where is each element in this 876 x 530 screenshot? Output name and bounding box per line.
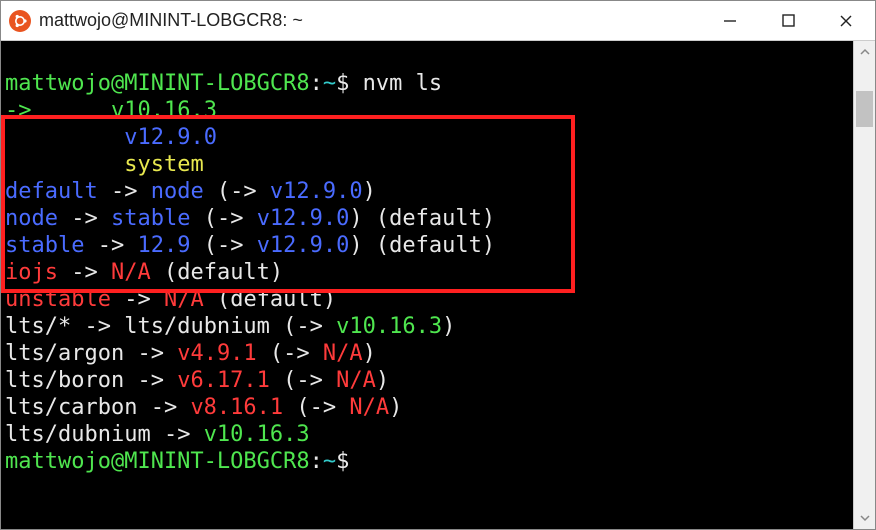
resolved: v12.9.0	[257, 233, 350, 258]
na: N/A	[164, 287, 204, 312]
version: v6.17.1	[177, 368, 270, 393]
vertical-scrollbar[interactable]	[853, 41, 875, 529]
resolved: v10.16.3	[336, 314, 442, 339]
suffix: (default)	[204, 287, 336, 312]
current-arrow: ->	[5, 98, 32, 123]
suffix: (default)	[151, 260, 283, 285]
titlebar-left: mattwojo@MININT-LOBGCR8: ~	[9, 10, 303, 32]
paren: (->	[270, 314, 336, 339]
arrow: ->	[111, 287, 164, 312]
terminal-area: mattwojo@MININT-LOBGCR8:~$ nvm ls -> v10…	[1, 41, 875, 529]
minimize-button[interactable]	[701, 1, 759, 40]
spacer	[5, 125, 124, 150]
target: lts/dubnium	[124, 314, 270, 339]
ubuntu-icon	[9, 10, 31, 32]
resolved: v12.9.0	[270, 179, 363, 204]
version: v4.9.1	[177, 341, 256, 366]
na: N/A	[111, 260, 151, 285]
version: v8.16.1	[190, 395, 283, 420]
scroll-track[interactable]	[854, 63, 875, 507]
system-label: system	[124, 152, 203, 177]
window-controls	[701, 1, 875, 40]
prompt-user: mattwojo@MININT-LOBGCR8	[5, 71, 310, 96]
arrow: ->	[98, 179, 151, 204]
spacer	[32, 98, 111, 123]
arrow: ->	[151, 422, 204, 447]
arrow: ->	[137, 395, 190, 420]
alias-lts-dubnium: lts/dubnium	[5, 422, 151, 447]
suffix: ) (default)	[349, 233, 495, 258]
paren: )	[376, 368, 389, 393]
target: 12.9	[137, 233, 190, 258]
paren: (->	[204, 179, 270, 204]
spacer	[5, 152, 124, 177]
window-title: mattwojo@MININT-LOBGCR8: ~	[39, 10, 303, 31]
target: stable	[111, 206, 190, 231]
scroll-thumb[interactable]	[856, 91, 873, 127]
version-current: v10.16.3	[111, 98, 217, 123]
arrow: ->	[84, 233, 137, 258]
alias-stable: stable	[5, 233, 84, 258]
alias-lts-argon: lts/argon	[5, 341, 124, 366]
paren: (->	[190, 233, 256, 258]
version-12: v12.9.0	[124, 125, 217, 150]
titlebar[interactable]: mattwojo@MININT-LOBGCR8: ~	[1, 1, 875, 41]
prompt-symbol: $	[336, 71, 349, 96]
prompt-sep: :	[310, 71, 323, 96]
paren: )	[363, 341, 376, 366]
alias-node: node	[5, 206, 58, 231]
alias-default: default	[5, 179, 98, 204]
paren: )	[389, 395, 402, 420]
scroll-up-icon[interactable]	[854, 41, 875, 63]
command: nvm ls	[363, 71, 442, 96]
na: N/A	[349, 395, 389, 420]
alias-lts-boron: lts/boron	[5, 368, 124, 393]
prompt-symbol: $	[336, 449, 349, 474]
alias-lts-carbon: lts/carbon	[5, 395, 137, 420]
maximize-button[interactable]	[759, 1, 817, 40]
command-text	[349, 71, 362, 96]
paren: (->	[270, 368, 336, 393]
arrow: ->	[58, 260, 111, 285]
na: N/A	[323, 341, 363, 366]
alias-lts-star: lts/*	[5, 314, 71, 339]
target: node	[151, 179, 204, 204]
prompt-sep: :	[310, 449, 323, 474]
prompt-path: ~	[323, 449, 336, 474]
app-window: mattwojo@MININT-LOBGCR8: ~ mattwojo@MINI…	[0, 0, 876, 530]
version: v10.16.3	[204, 422, 310, 447]
alias-unstable: unstable	[5, 287, 111, 312]
paren: (->	[190, 206, 256, 231]
arrow: ->	[71, 314, 124, 339]
paren: (->	[283, 395, 349, 420]
suffix: ) (default)	[349, 206, 495, 231]
close-button[interactable]	[817, 1, 875, 40]
arrow: ->	[58, 206, 111, 231]
prompt-user: mattwojo@MININT-LOBGCR8	[5, 449, 310, 474]
na: N/A	[336, 368, 376, 393]
resolved: v12.9.0	[257, 206, 350, 231]
alias-iojs: iojs	[5, 260, 58, 285]
prompt-path: ~	[323, 71, 336, 96]
arrow: ->	[124, 341, 177, 366]
arrow: ->	[124, 368, 177, 393]
terminal[interactable]: mattwojo@MININT-LOBGCR8:~$ nvm ls -> v10…	[1, 41, 853, 529]
scroll-down-icon[interactable]	[854, 507, 875, 529]
paren: )	[442, 314, 455, 339]
paren: )	[363, 179, 376, 204]
paren: (->	[257, 341, 323, 366]
